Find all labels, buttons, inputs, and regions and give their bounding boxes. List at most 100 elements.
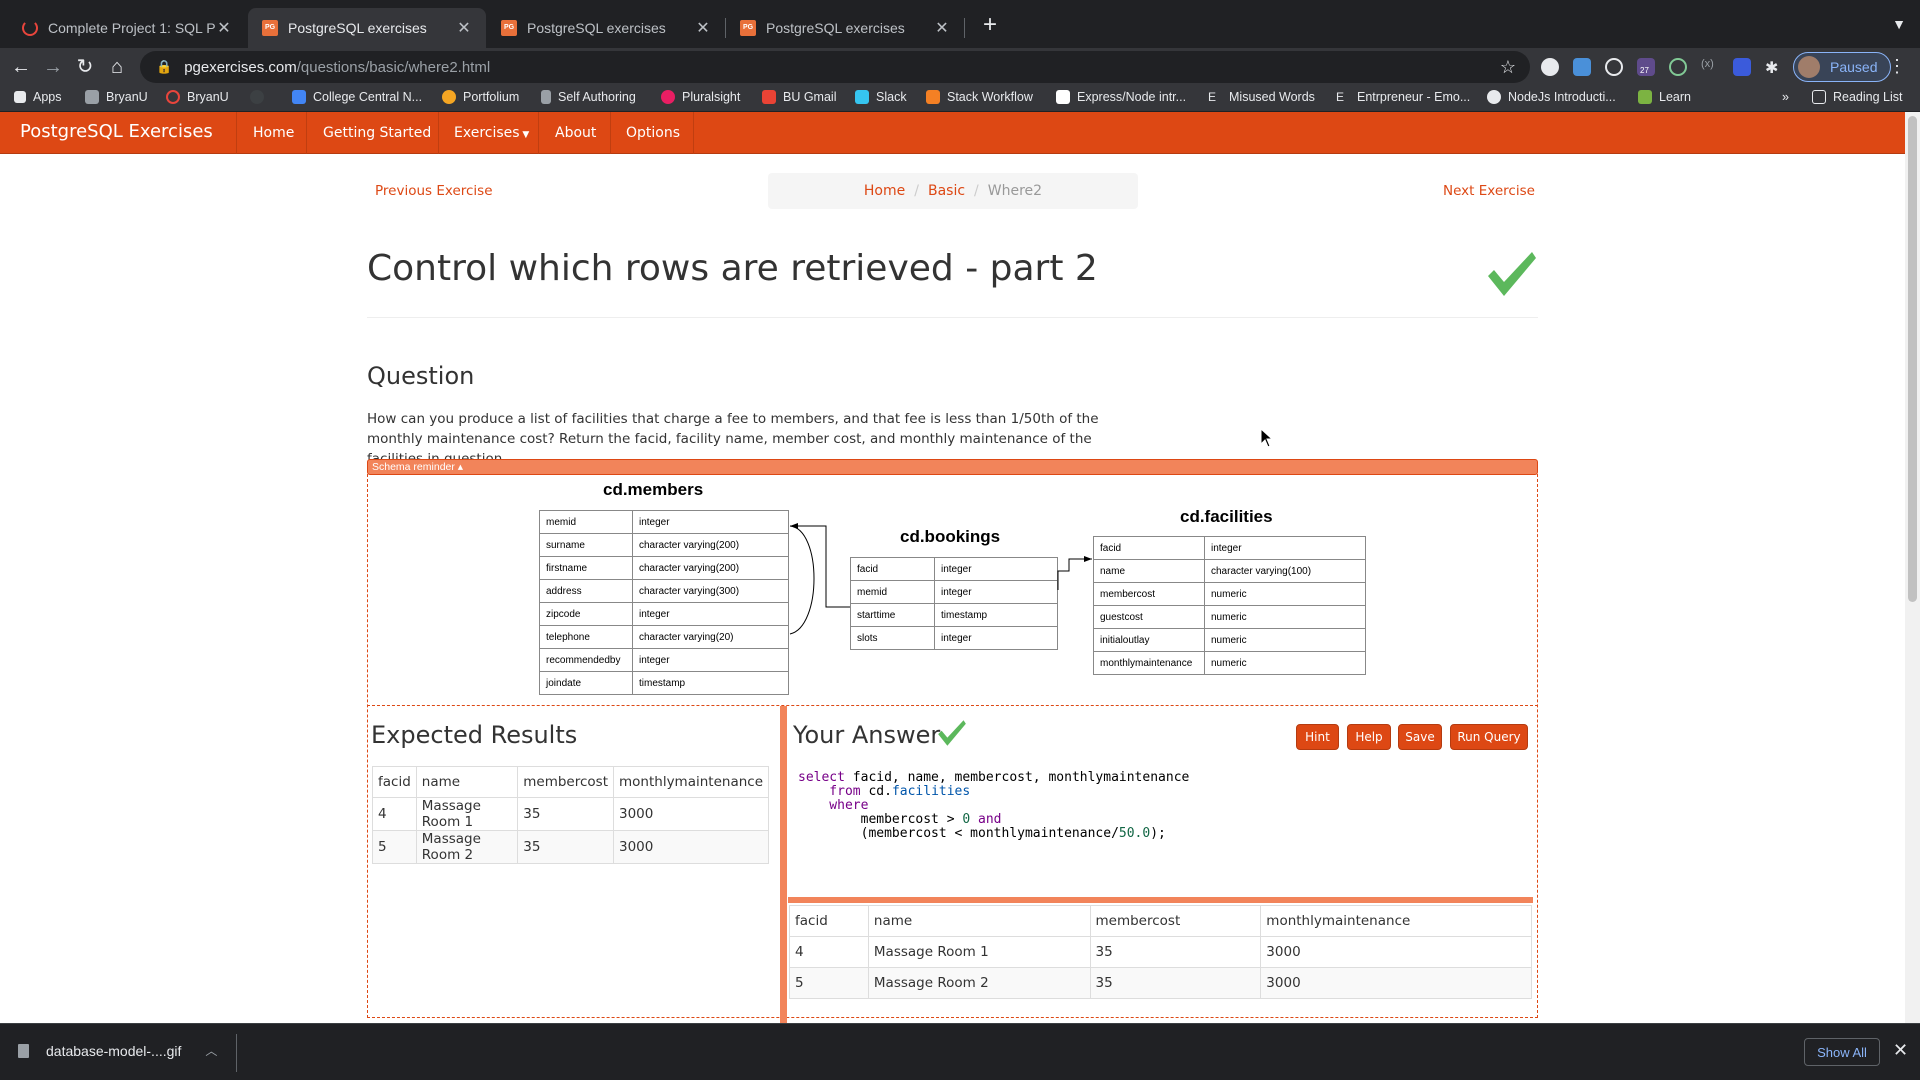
bookmark-misused-words[interactable]: E Misused Words xyxy=(1208,90,1315,104)
next-exercise-link[interactable]: Next Exercise xyxy=(1443,183,1535,199)
bookmark-bryanu-1[interactable]: BryanU xyxy=(85,90,148,104)
github-bookmark[interactable] xyxy=(250,90,271,104)
previous-exercise-link[interactable]: Previous Exercise xyxy=(375,183,493,199)
bookmark-pluralsight[interactable]: Pluralsight xyxy=(661,90,740,104)
bookmark-learn[interactable]: Learn xyxy=(1638,90,1691,104)
forward-icon[interactable]: → xyxy=(40,54,66,80)
bookmark-stack-workflow[interactable]: Stack Workflow xyxy=(926,90,1033,104)
extension-screen-icon[interactable] xyxy=(1733,58,1751,76)
close-tab-icon[interactable]: ✕ xyxy=(456,18,472,38)
column-type: numeric xyxy=(1204,628,1366,652)
bookmark-apps[interactable]: Apps xyxy=(14,90,62,104)
bookmark-express-node[interactable]: Express/Node intr... xyxy=(1056,90,1186,104)
chevron-up-icon[interactable]: ︿ xyxy=(205,1042,217,1059)
site-brand[interactable]: PostgreSQL Exercises xyxy=(20,121,213,142)
reload-icon[interactable]: ↻ xyxy=(72,54,98,80)
table-row: 4 Massage Room 1 35 3000 xyxy=(372,797,769,831)
pane-resize-handle[interactable] xyxy=(780,706,787,1023)
nav-getting-started[interactable]: Getting Started xyxy=(323,125,431,141)
tab-sql-practice[interactable]: Complete Project 1: SQL Practi ✕ xyxy=(8,8,246,48)
extension-x-icon[interactable]: (x) xyxy=(1701,58,1719,76)
breadcrumb-home[interactable]: Home xyxy=(864,183,905,199)
schema-reminder-toggle[interactable]: Schema reminder ▴ xyxy=(367,459,1538,475)
table-cell: 3000 xyxy=(613,830,769,864)
close-tab-icon[interactable]: ✕ xyxy=(216,18,232,38)
column-name: firstname xyxy=(539,556,633,580)
extension-cloud-icon[interactable] xyxy=(1573,58,1591,76)
address-bar[interactable]: 🔒 pgexercises.com/questions/basic/where2… xyxy=(140,51,1530,83)
close-tab-icon[interactable]: ✕ xyxy=(934,18,950,38)
tab-pgexercises-3[interactable]: PG PostgreSQL exercises ✕ xyxy=(726,8,964,48)
close-icon[interactable]: ✕ xyxy=(1893,1040,1908,1061)
nav-exercises-dropdown[interactable]: Exercises ▼ xyxy=(454,125,529,141)
nav-home[interactable]: Home xyxy=(253,125,294,141)
overflow-chevron-icon: » xyxy=(1782,90,1789,104)
members-schema-table: memid integer surname character varying(200… xyxy=(539,510,789,695)
bookmark-label: Portfolium xyxy=(463,90,520,104)
code-line: where xyxy=(798,799,1522,813)
nav-divider xyxy=(236,112,237,154)
nav-divider xyxy=(538,112,539,154)
reading-list[interactable]: Reading List xyxy=(1812,90,1903,104)
sql-editor[interactable]: select facid, name, membercost, monthlym… xyxy=(790,766,1530,894)
column-type: integer xyxy=(1204,536,1366,560)
code-token: membercost > xyxy=(798,812,963,827)
schema-row: memid integer xyxy=(539,510,789,534)
show-all-button[interactable]: Show All xyxy=(1804,1038,1880,1066)
table-cell: 3000 xyxy=(1260,967,1532,999)
close-tab-icon[interactable]: ✕ xyxy=(695,18,711,38)
editor-resize-handle[interactable] xyxy=(788,897,1533,903)
back-icon[interactable]: ← xyxy=(8,54,34,80)
new-tab-button[interactable]: + xyxy=(976,12,1004,40)
extensions-puzzle-icon[interactable]: ✱ xyxy=(1765,58,1783,77)
extension-grammar-icon[interactable] xyxy=(1669,58,1687,76)
bookmark-label: Entrpreneur - Emo... xyxy=(1357,90,1471,104)
run-query-button[interactable]: Run Query xyxy=(1450,724,1528,750)
extension-target-icon[interactable] xyxy=(1605,58,1623,76)
bookmarks-overflow[interactable]: » xyxy=(1782,90,1789,104)
save-button[interactable]: Save xyxy=(1398,724,1442,750)
bookmark-bryanu-2[interactable]: BryanU xyxy=(166,90,229,104)
extension-react-icon[interactable] xyxy=(1541,58,1559,76)
browser-toolbar: ← → ↻ ⌂ 🔒 pgexercises.com/questions/basi… xyxy=(0,48,1920,86)
your-answer-heading: Your Answer xyxy=(793,721,941,749)
bookmark-college-central[interactable]: College Central N... xyxy=(292,90,422,104)
bookmark-bu-gmail[interactable]: BU Gmail xyxy=(762,90,836,104)
extension-badge-icon[interactable]: 27 xyxy=(1637,58,1655,76)
download-item[interactable]: database-model-....gif ︿ xyxy=(18,1042,217,1059)
schema-row: name character varying(100) xyxy=(1093,559,1366,583)
bookmark-portfolium[interactable]: Portfolium xyxy=(442,90,519,104)
table-header-row: facid name membercost monthlymaintenance xyxy=(789,905,1532,937)
home-icon[interactable]: ⌂ xyxy=(104,54,130,80)
page-scrollbar[interactable] xyxy=(1905,112,1920,1023)
column-name: membercost xyxy=(1093,582,1205,606)
breadcrumb-basic[interactable]: Basic xyxy=(928,183,965,199)
profile-button[interactable]: Paused xyxy=(1793,52,1891,82)
hint-button[interactable]: Hint xyxy=(1296,724,1339,750)
tab-search-icon[interactable]: ▼ xyxy=(1892,16,1906,32)
nav-about[interactable]: About xyxy=(555,125,596,141)
table-cell: Massage Room 1 xyxy=(867,936,1091,968)
table-row: 4 Massage Room 1 35 3000 xyxy=(789,936,1532,968)
column-name: initialoutlay xyxy=(1093,628,1205,652)
bookmark-label: Misused Words xyxy=(1229,90,1315,104)
learn-icon xyxy=(1638,90,1652,104)
tab-pgexercises-2[interactable]: PG PostgreSQL exercises ✕ xyxy=(487,8,725,48)
gmail-icon xyxy=(762,90,776,104)
browser-menu-icon[interactable]: ⋮ xyxy=(1888,56,1906,77)
bookmark-self-authoring[interactable]: Self Authoring xyxy=(541,90,636,104)
column-name: name xyxy=(1093,559,1205,583)
bookmark-entrepreneur[interactable]: E Entrpreneur - Emo... xyxy=(1336,90,1470,104)
tab-pgexercises-active[interactable]: PG PostgreSQL exercises ✕ xyxy=(248,8,486,48)
scrollbar-thumb[interactable] xyxy=(1908,116,1917,602)
github-icon xyxy=(250,90,264,104)
schema-divider xyxy=(367,705,1538,706)
code-token: facid, name, membercost, monthlymaintena… xyxy=(844,770,1190,785)
bookmark-label: Apps xyxy=(33,90,62,104)
bookmark-slack[interactable]: Slack xyxy=(855,90,907,104)
help-button[interactable]: Help xyxy=(1347,724,1391,750)
bookmark-nodejs[interactable]: NodeJs Introducti... xyxy=(1487,90,1616,104)
bookmark-star-icon[interactable]: ☆ xyxy=(1500,57,1516,78)
nav-options[interactable]: Options xyxy=(626,125,680,141)
tab-title: PostgreSQL exercises xyxy=(288,20,427,36)
